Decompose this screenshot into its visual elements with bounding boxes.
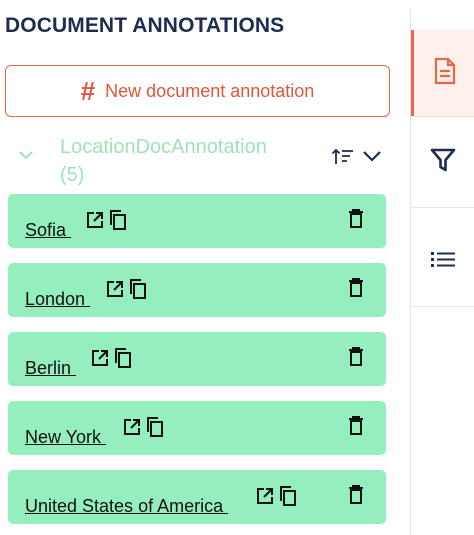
hash-icon: #: [80, 76, 96, 106]
trash-icon[interactable]: [348, 485, 364, 510]
new-annotation-label: New document annotation: [105, 80, 315, 101]
tab-list[interactable]: [411, 208, 474, 306]
item-actions: [255, 485, 299, 512]
annotation-label[interactable]: United States of America: [25, 496, 228, 517]
trash-icon[interactable]: [348, 278, 364, 303]
document-icon: [433, 57, 457, 90]
panel-title: DOCUMENT ANNOTATIONS: [5, 14, 285, 37]
annotation-item-berlin[interactable]: Berlin: [8, 332, 386, 386]
annotation-item-london[interactable]: London: [8, 263, 386, 317]
copy-icon[interactable]: [107, 209, 129, 236]
open-external-icon[interactable]: [90, 348, 110, 373]
chevron-down-icon[interactable]: [17, 148, 35, 167]
copy-icon[interactable]: [127, 278, 149, 305]
trash-icon[interactable]: [348, 209, 364, 234]
trash-icon[interactable]: [348, 347, 364, 372]
group-name: LocationDocAnnotation (5): [60, 133, 310, 189]
panel-divider: [410, 307, 411, 535]
new-annotation-button[interactable]: # New document annotation: [5, 65, 390, 117]
item-actions: [85, 209, 129, 236]
annotation-label[interactable]: Sofia: [25, 220, 71, 241]
copy-icon[interactable]: [277, 485, 299, 512]
tab-document-annotations[interactable]: [411, 30, 474, 116]
annotation-label[interactable]: London: [25, 289, 90, 310]
annotation-item-sofia[interactable]: Sofia: [8, 194, 386, 248]
open-external-icon[interactable]: [122, 417, 142, 442]
item-actions: [90, 347, 134, 374]
sort-icon[interactable]: [331, 146, 355, 173]
annotations-panel: DOCUMENT ANNOTATIONS # New document anno…: [0, 0, 410, 535]
item-actions: [105, 278, 149, 305]
open-external-icon[interactable]: [105, 279, 125, 304]
list-icon: [430, 250, 456, 273]
filter-icon: [430, 148, 456, 177]
copy-icon[interactable]: [144, 416, 166, 443]
annotation-group-header[interactable]: LocationDocAnnotation (5): [0, 130, 400, 186]
item-actions: [122, 416, 166, 443]
copy-icon[interactable]: [112, 347, 134, 374]
open-external-icon[interactable]: [85, 210, 105, 235]
open-external-icon[interactable]: [255, 486, 275, 511]
group-count: (5): [60, 164, 85, 186]
annotation-item-new-york[interactable]: New York: [8, 401, 386, 455]
side-tab-bar: [410, 10, 474, 307]
annotation-label[interactable]: Berlin: [25, 358, 76, 379]
collapse-chevron-icon[interactable]: [361, 146, 383, 171]
annotation-label[interactable]: New York: [25, 427, 106, 448]
tab-filter[interactable]: [411, 117, 474, 207]
annotation-item-united-states-of-america[interactable]: United States of America: [8, 470, 386, 524]
group-title: LocationDocAnnotation: [60, 136, 267, 158]
trash-icon[interactable]: [348, 416, 364, 441]
